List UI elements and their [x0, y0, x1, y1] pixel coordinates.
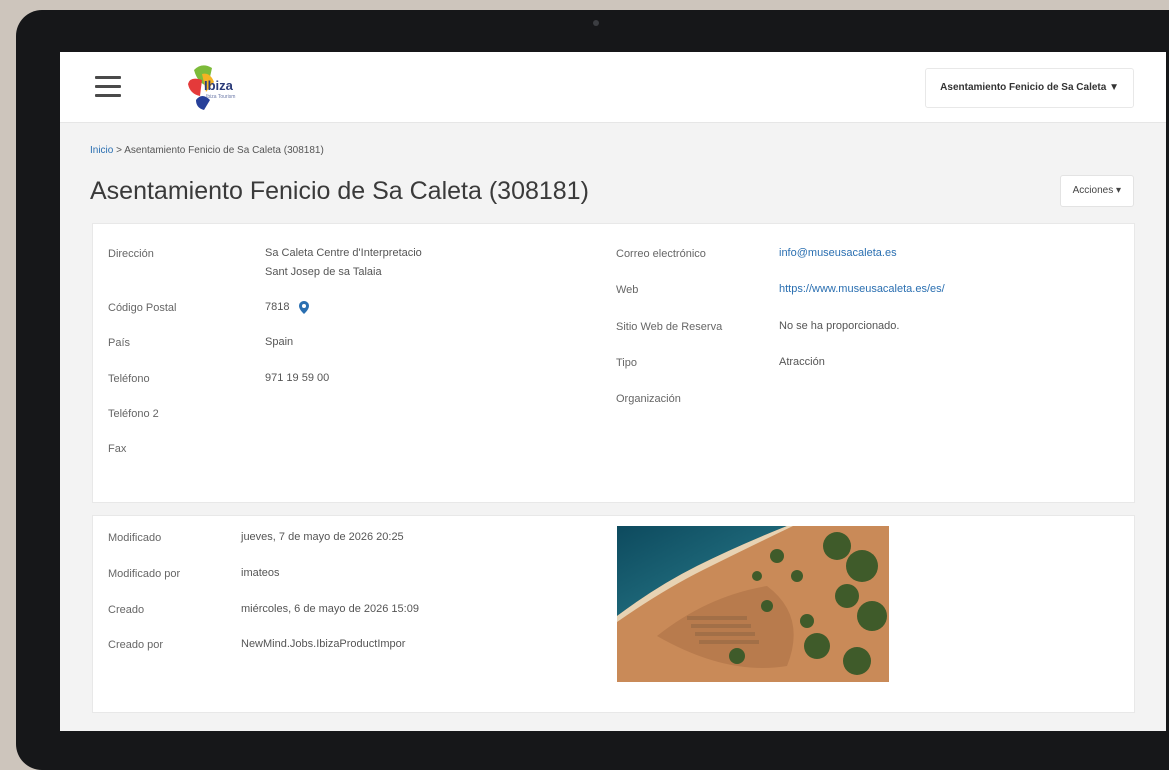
value-web-link[interactable]: https://www.museusacaleta.es/es/ [779, 280, 945, 299]
label-address: Dirección [108, 248, 154, 260]
value-email-link[interactable]: info@museusacaleta.es [779, 244, 897, 263]
breadcrumb: Inicio > Asentamiento Fenicio de Sa Cale… [90, 145, 324, 156]
value-modified: jueves, 7 de mayo de 2026 20:25 [241, 531, 404, 543]
label-postal-code: Código Postal [108, 302, 177, 314]
value-postal-code: 7818 [265, 301, 290, 313]
label-modified-by: Modificado por [108, 568, 181, 580]
laptop-bezel: Ibiza Ibiza Tourism Asentamiento Fenicio… [16, 10, 1169, 770]
logo-text: Ibiza [204, 78, 233, 93]
label-organization: Organización [616, 393, 681, 405]
value-address-line1: Sa Caleta Centre d'Interpretacio [265, 247, 422, 259]
site-aerial-photo [617, 526, 889, 682]
details-card: Dirección Sa Caleta Centre d'Interpretac… [92, 223, 1135, 503]
breadcrumb-separator: > [116, 145, 122, 156]
breadcrumb-current: Asentamiento Fenicio de Sa Caleta (30818… [124, 145, 324, 156]
label-type: Tipo [616, 357, 637, 369]
label-country: País [108, 337, 131, 349]
logo-subtext: Ibiza Tourism [206, 94, 236, 100]
site-selector-dropdown[interactable]: Asentamiento Fenicio de Sa Caleta ▼ [925, 68, 1134, 108]
label-phone: Teléfono [108, 373, 150, 385]
value-country: Spain [265, 336, 294, 348]
label-email: Correo electrónico [616, 248, 706, 260]
actions-dropdown-button[interactable]: Acciones ▾ [1059, 175, 1134, 207]
map-pin-icon[interactable] [298, 300, 309, 314]
value-address-line2: Sant Josep de sa Talaia [265, 266, 382, 278]
hamburger-menu-icon[interactable] [95, 76, 121, 98]
label-phone-2: Teléfono 2 [108, 408, 159, 420]
label-modified: Modificado [108, 532, 162, 544]
label-fax: Fax [108, 443, 127, 455]
page-title: Asentamiento Fenicio de Sa Caleta (30818… [90, 177, 589, 205]
value-created-by: NewMind.Jobs.IbizaProductImpor [241, 638, 406, 650]
value-postal-code-row: 7818 [265, 298, 309, 317]
top-navbar: Ibiza Ibiza Tourism Asentamiento Fenicio… [60, 52, 1166, 123]
app-screen: Ibiza Ibiza Tourism Asentamiento Fenicio… [60, 52, 1166, 731]
value-phone: 971 19 59 00 [265, 372, 330, 384]
breadcrumb-home-link[interactable]: Inicio [90, 145, 113, 156]
value-created: miércoles, 6 de mayo de 2026 15:09 [241, 603, 419, 615]
camera-dot [593, 20, 599, 26]
label-created-by: Creado por [108, 639, 164, 651]
label-created: Creado [108, 604, 145, 616]
value-type: Atracción [779, 356, 825, 368]
value-modified-by: imateos [241, 567, 280, 579]
label-web: Web [616, 284, 639, 296]
label-booking-site: Sitio Web de Reserva [616, 321, 723, 333]
value-booking-site: No se ha proporcionado. [779, 320, 900, 332]
metadata-card: Modificado jueves, 7 de mayo de 2026 20:… [92, 515, 1135, 713]
